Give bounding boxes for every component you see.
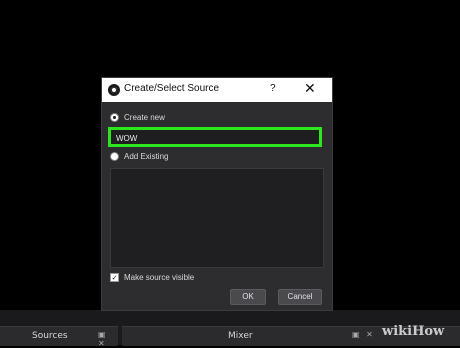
help-button[interactable]: ? — [270, 83, 276, 94]
make-visible-checkbox[interactable]: ✓ — [110, 273, 119, 282]
create-new-label: Create new — [124, 113, 165, 122]
add-existing-radio[interactable] — [110, 152, 119, 161]
create-new-radio[interactable] — [110, 113, 119, 122]
obs-logo-icon — [108, 84, 120, 96]
ok-button[interactable]: OK — [230, 289, 266, 305]
make-visible-label: Make source visible — [124, 273, 195, 282]
sources-dock-title: Sources — [32, 331, 68, 341]
existing-sources-list[interactable] — [110, 168, 324, 268]
mixer-dock-buttons[interactable]: ▣ ✕ — [352, 330, 375, 339]
cancel-button[interactable]: Cancel — [278, 289, 322, 305]
add-existing-label: Add Existing — [124, 152, 169, 161]
dialog-titlebar: Create/Select Source ? ✕ — [102, 78, 332, 102]
create-select-source-dialog: Create/Select Source ? ✕ Create new WOW … — [102, 78, 332, 310]
source-name-input[interactable]: WOW — [108, 127, 322, 147]
mixer-dock-title: Mixer — [228, 331, 253, 341]
close-button[interactable]: ✕ — [304, 80, 316, 96]
sources-dock: Sources ▣ ✕ — [0, 326, 118, 348]
dialog-title: Create/Select Source — [124, 83, 220, 94]
wikihow-watermark: wikiHow — [382, 324, 445, 339]
sources-dock-buttons[interactable]: ▣ ✕ — [98, 330, 118, 348]
